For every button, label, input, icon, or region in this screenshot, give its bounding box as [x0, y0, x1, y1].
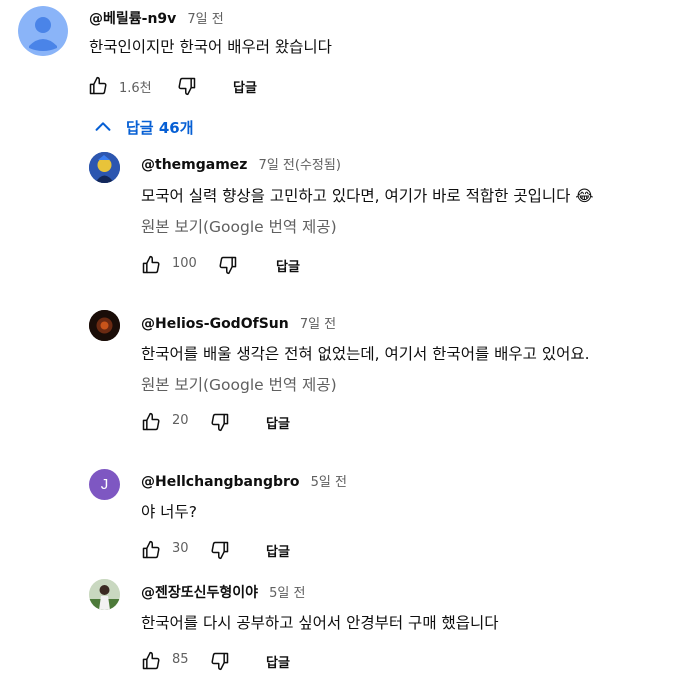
comment-text: 한국인이지만 한국어 배우러 왔습니다 [89, 38, 332, 56]
reply-header: @themgamez 7일 전(수정됨) [141, 154, 341, 173]
reply-avatar[interactable] [89, 152, 120, 183]
reply-header: @젠장또신두형이야 5일 전 [141, 582, 305, 602]
reply-text: 한국어를 다시 공부하고 싶어서 안경부터 구매 했읍니다 [141, 614, 499, 632]
reply-button[interactable]: 답글 [266, 541, 290, 560]
reply-header: @Hellchangbangbro 5일 전 [141, 471, 347, 490]
thumbs-down-icon [211, 413, 229, 432]
like-button[interactable] [88, 76, 108, 96]
reply-time[interactable]: 5일 전 [311, 475, 347, 490]
reply-time[interactable]: 7일 전 [300, 317, 336, 332]
comment-author[interactable]: @베릴륨-n9v [89, 11, 176, 27]
dislike-button[interactable] [218, 255, 238, 275]
like-button[interactable] [141, 651, 161, 671]
like-button[interactable] [141, 255, 161, 275]
see-original-link[interactable]: 원본 보기(Google 번역 제공) [141, 215, 337, 237]
reply-avatar[interactable] [89, 310, 120, 341]
like-button[interactable] [141, 412, 161, 432]
dislike-button[interactable] [210, 412, 230, 432]
like-count: 1.6천 [119, 81, 152, 96]
avatar-image-icon [89, 152, 120, 183]
reply-time[interactable]: 5일 전 [269, 586, 305, 601]
dislike-button[interactable] [210, 540, 230, 560]
avatar[interactable] [18, 6, 68, 56]
avatar-image-icon [89, 579, 120, 610]
avatar-letter: J [100, 476, 109, 493]
thumbs-down-icon [211, 652, 229, 671]
comment-header: @베릴륨-n9v 7일 전 [89, 8, 224, 28]
avatar-image-icon [89, 310, 120, 341]
like-count: 100 [172, 256, 197, 271]
thumbs-up-icon [89, 76, 107, 95]
reply-button[interactable]: 답글 [233, 77, 257, 96]
like-count: 85 [172, 652, 189, 667]
reply-time[interactable]: 7일 전(수정됨) [259, 158, 341, 173]
replies-toggle-button[interactable]: 답글 46개 [92, 116, 194, 138]
reply-text: 야 너두? [141, 503, 197, 521]
dislike-button[interactable] [210, 651, 230, 671]
like-button[interactable] [141, 540, 161, 560]
reply-button[interactable]: 답글 [276, 256, 300, 275]
reply-avatar[interactable]: J [89, 469, 120, 500]
like-count: 30 [172, 541, 189, 556]
reply-text: 한국어를 배울 생각은 전혀 없었는데, 여기서 한국어를 배우고 있어요. [141, 345, 590, 363]
like-count: 20 [172, 413, 189, 428]
thumbs-down-icon [219, 256, 237, 275]
reply-header: @Helios-GodOfSun 7일 전 [141, 313, 336, 332]
chevron-up-icon [95, 122, 111, 131]
comment-time[interactable]: 7일 전 [187, 12, 223, 27]
thumbs-down-icon [211, 541, 229, 560]
default-avatar-icon [18, 6, 68, 56]
reply-button[interactable]: 답글 [266, 652, 290, 671]
thumbs-up-icon [142, 540, 160, 559]
reply-avatar[interactable] [89, 579, 120, 610]
see-original-link[interactable]: 원본 보기(Google 번역 제공) [141, 373, 337, 395]
reply-text: 모국어 실력 향상을 고민하고 있다면, 여기가 바로 적합한 곳입니다 😂 [141, 187, 594, 205]
reply-author[interactable]: @themgamez [141, 157, 247, 173]
thumbs-up-icon [142, 412, 160, 431]
reply-author[interactable]: @Helios-GodOfSun [141, 316, 289, 332]
replies-toggle-label: 답글 46개 [126, 118, 194, 137]
reply-author[interactable]: @젠장또신두형이야 [141, 585, 258, 601]
reply-button[interactable]: 답글 [266, 413, 290, 432]
reply-author[interactable]: @Hellchangbangbro [141, 474, 300, 490]
thumbs-down-icon [178, 77, 196, 96]
thumbs-up-icon [142, 255, 160, 274]
thumbs-up-icon [142, 651, 160, 670]
dislike-button[interactable] [177, 76, 197, 96]
